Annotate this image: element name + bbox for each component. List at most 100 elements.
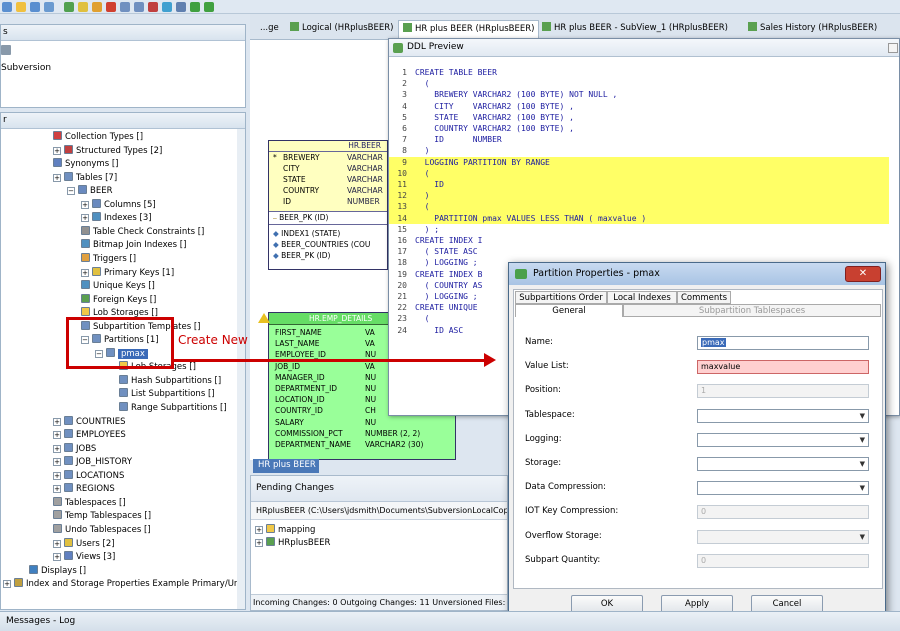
pending-item-mapping[interactable]: + mapping	[255, 524, 315, 537]
refresh-icon[interactable]	[92, 2, 102, 12]
subversion-item[interactable]: Subversion	[1, 63, 51, 73]
line-number: 22	[397, 303, 407, 313]
tree-item[interactable]: + COUNTRIES	[53, 415, 126, 429]
expand-toggle-icon[interactable]: +	[81, 214, 89, 223]
expand-toggle-icon[interactable]: +	[53, 458, 61, 467]
expand-toggle-icon[interactable]: +	[53, 539, 61, 548]
delete-icon[interactable]	[106, 2, 116, 12]
expand-toggle-icon[interactable]: +	[81, 200, 89, 209]
field-dropdown[interactable]	[697, 408, 869, 423]
expand-toggle-icon[interactable]: +	[53, 553, 61, 562]
save-all-icon[interactable]	[44, 2, 54, 12]
tab-comments[interactable]: Comments	[677, 291, 731, 304]
tree-item[interactable]: Tablespaces []	[53, 496, 126, 510]
tree-item[interactable]: + EMPLOYEES	[53, 429, 126, 442]
table-beer[interactable]: HR.BEER * BREWERY VARCHAR CITY VARCHAR STATE V…	[268, 140, 388, 270]
tree-item[interactable]: Triggers []	[81, 252, 136, 266]
tree-item[interactable]: + Structured Types [2]	[53, 144, 162, 158]
tree-item[interactable]: + LOCATIONS	[53, 469, 124, 483]
tree-item[interactable]: + JOB_HISTORY	[53, 456, 132, 469]
tree-item[interactable]: Temp Tablespaces []	[53, 510, 151, 523]
vertical-scrollbar[interactable]	[237, 129, 245, 609]
layout-icon[interactable]	[162, 2, 172, 12]
code-line: 14 PARTITION pmax VALUES LESS THAN ( max…	[389, 212, 889, 224]
tree-item[interactable]: + Tables [7]	[53, 171, 117, 185]
field-dropdown[interactable]	[697, 529, 869, 544]
editor-tab[interactable]: HR plus BEER (HRplusBEER)	[398, 20, 540, 38]
field-dropdown[interactable]	[697, 457, 869, 471]
expand-toggle-icon[interactable]: +	[53, 444, 61, 453]
line-number: 7	[402, 135, 407, 145]
redo-icon[interactable]	[204, 2, 214, 12]
tree-item[interactable]: + Indexes [3]	[81, 212, 152, 225]
pending-item-hrplusbeer[interactable]: + HRplusBEER	[255, 537, 330, 550]
close-icon[interactable]: ✕	[845, 266, 881, 282]
editor-tab[interactable]: HR plus BEER - SubView_1 (HRplusBEER)	[538, 20, 732, 38]
field-dropdown[interactable]	[697, 432, 869, 447]
editor-tab[interactable]: ...ge	[256, 20, 283, 38]
diagram-canvas[interactable]: HR.BEER * BREWERY VARCHAR CITY VARCHAR STATE V…	[250, 40, 456, 460]
tree-item-label: EMPLOYEES	[76, 430, 126, 441]
expand-toggle-icon[interactable]: +	[3, 580, 11, 589]
expand-toggle-icon[interactable]: +	[53, 485, 61, 494]
new-icon[interactable]	[2, 2, 12, 12]
code-text: (	[415, 202, 430, 212]
tree-item[interactable]: + Primary Keys [1]	[81, 266, 174, 280]
tree-item[interactable]: Range Subpartitions []	[119, 402, 227, 415]
undo-icon[interactable]	[190, 2, 200, 12]
open-icon[interactable]	[16, 2, 26, 12]
tree-item[interactable]: + Columns [5]	[81, 198, 156, 212]
tree-item[interactable]: Synonyms []	[53, 158, 118, 171]
fit-icon[interactable]	[148, 2, 158, 12]
editor-tab[interactable]: Sales History (HRplusBEER)	[744, 20, 881, 38]
expand-toggle-icon[interactable]: −	[67, 187, 75, 196]
tree-item[interactable]: + JOBS	[53, 442, 97, 456]
expand-toggle-icon[interactable]: +	[53, 146, 61, 155]
tree-item[interactable]: Table Check Constraints []	[81, 225, 204, 239]
tab-general[interactable]: General	[515, 304, 623, 317]
tree-item[interactable]: − BEER	[67, 185, 112, 198]
line-number: 21	[397, 292, 407, 301]
tree-item[interactable]: Undo Tablespaces []	[53, 523, 151, 537]
field-input[interactable]: 0	[697, 505, 869, 520]
expand-toggle-icon[interactable]: +	[53, 471, 61, 480]
zoom-out-icon[interactable]	[134, 2, 144, 12]
field-input[interactable]: 1	[697, 384, 869, 399]
tree-item[interactable]: List Subpartitions []	[119, 388, 215, 401]
tree-item[interactable]: + Index and Storage Properties Example Pr…	[3, 578, 237, 591]
messages-log-bar[interactable]: Messages - Log	[0, 611, 900, 631]
field-input[interactable]: maxvalue	[697, 360, 869, 375]
save-icon[interactable]	[30, 2, 40, 12]
code-text: ( STATE ASC	[415, 247, 478, 257]
tree-item[interactable]: Displays []	[29, 564, 86, 578]
expand-toggle-icon[interactable]: +	[81, 268, 89, 277]
column-name: DEPARTMENT_ID	[275, 383, 338, 393]
grid-icon[interactable]	[176, 2, 186, 12]
tree-item[interactable]: Hash Subpartitions []	[119, 374, 221, 388]
field-input[interactable]: pmax	[697, 336, 869, 350]
tree-item[interactable]: + Views [3]	[53, 551, 115, 564]
tree-node-icon	[53, 496, 62, 506]
tree-item[interactable]: + Users [2]	[53, 537, 115, 551]
code-line: 10 (	[389, 167, 889, 179]
tree-item[interactable]: Collection Types []	[53, 131, 143, 144]
tab-subpartition-tablespaces[interactable]: Subpartition Tablespaces	[623, 304, 881, 317]
expand-toggle-icon[interactable]: +	[53, 417, 61, 426]
editor-tab[interactable]: Logical (HRplusBEER)	[286, 20, 397, 38]
tab-subpartitions-order[interactable]: Subpartitions Order	[515, 291, 607, 304]
back-icon[interactable]	[64, 2, 74, 12]
diagram-tab[interactable]: HR plus BEER	[253, 459, 319, 473]
tree-item[interactable]: Unique Keys []	[81, 280, 155, 293]
tree-item[interactable]: Foreign Keys []	[81, 293, 156, 307]
tree-item[interactable]: + REGIONS	[53, 483, 115, 496]
tab-local-indexes[interactable]: Local Indexes	[607, 291, 677, 304]
tree-item[interactable]: Bitmap Join Indexes []	[81, 239, 186, 252]
field-input[interactable]: 0	[697, 553, 869, 568]
field-dropdown[interactable]	[697, 481, 869, 496]
expand-toggle-icon[interactable]: +	[53, 173, 61, 182]
tree-item-label: JOBS	[76, 443, 97, 454]
close-icon[interactable]	[888, 43, 898, 53]
expand-toggle-icon[interactable]: +	[53, 431, 61, 440]
zoom-in-icon[interactable]	[120, 2, 130, 12]
forward-icon[interactable]	[78, 2, 88, 12]
